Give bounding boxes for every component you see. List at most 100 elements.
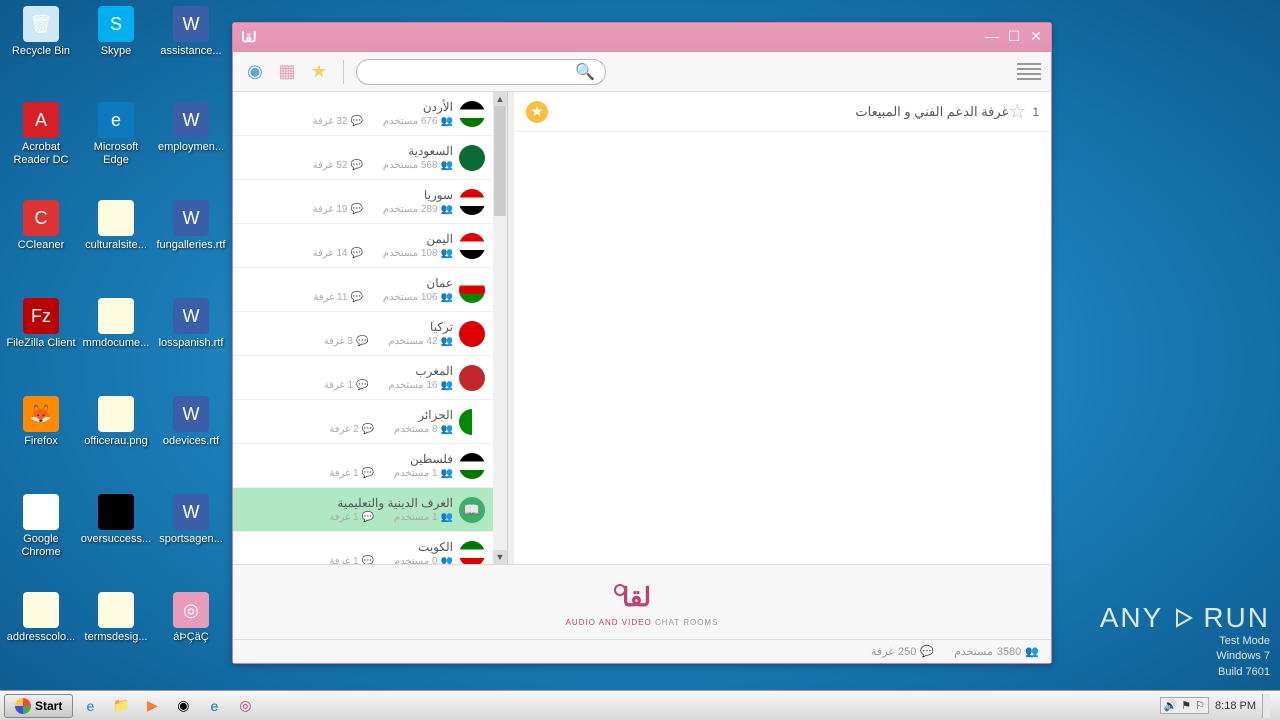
start-button[interactable]: Start — [4, 694, 73, 718]
scroll-up-icon[interactable]: ▲ — [493, 92, 507, 106]
country-item[interactable]: 📖 الغرف الدينية والتعليمية 👥 1 مستخدم 💬 … — [233, 488, 493, 532]
watermark: ANY RUN Test Mode Windows 7 Build 7601 — [1100, 602, 1270, 680]
country-item[interactable]: السعودية 👥 568 مستخدم 💬 52 غرفة — [233, 136, 493, 180]
room-count: 💬 11 غرفة — [313, 292, 363, 303]
desktop-icon[interactable]: eMicrosoft Edge — [80, 102, 152, 167]
menu-button[interactable] — [1017, 62, 1041, 82]
clock[interactable]: 8:18 PM — [1215, 700, 1256, 712]
country-name: فلسطين — [410, 452, 453, 466]
country-name: عمان — [426, 276, 453, 290]
titlebar[interactable]: لقا — ☐ ✕ — [233, 23, 1051, 51]
maximize-button[interactable]: ☐ — [1005, 29, 1023, 45]
user-count: 👥 106 مستخدم — [383, 292, 453, 303]
star-icon[interactable]: ★ — [307, 60, 331, 84]
desktop-icon[interactable]: CCCleaner — [5, 200, 77, 252]
app-logo: لقا — [239, 27, 275, 47]
user-count: 👥 0 مستخدم — [394, 556, 453, 564]
banner: لقا AUDIO AND VIDEO CHAT ROOMS — [233, 564, 1051, 639]
minimize-button[interactable]: — — [983, 29, 1001, 45]
country-item[interactable]: تركيا 👥 42 مستخدم 💬 3 غرفة — [233, 312, 493, 356]
room-count: 💬 1 غرفة — [329, 468, 374, 479]
taskbar-ie-icon[interactable]: e — [76, 694, 104, 718]
flag-icon — [459, 145, 485, 171]
room-count: 💬 1 غرفة — [329, 556, 374, 564]
banner-text: AUDIO AND VIDEO CHAT ROOMS — [566, 618, 719, 627]
desktop-icon[interactable]: FzFileZilla Client — [5, 298, 77, 350]
country-name: المغرب — [415, 364, 453, 378]
desktop-icon[interactable]: culturalsite... — [80, 200, 152, 252]
system-tray: 🔊 ⚑ ⚐ 8:18 PM — [1160, 694, 1276, 718]
desktop-icon[interactable]: SSkype — [80, 6, 152, 58]
desktop-icon[interactable]: Wodevices.rtf — [155, 396, 227, 448]
country-name: الجزائر — [418, 408, 453, 422]
search-icon[interactable]: 🔍 — [575, 62, 595, 82]
user-count: 👥 676 مستخدم — [383, 116, 453, 127]
scroll-down-icon[interactable]: ▼ — [493, 550, 507, 564]
tray-flag-icon[interactable]: ⚑ — [1181, 699, 1191, 712]
room-count: 💬 1 غرفة — [329, 512, 374, 523]
country-list: الأردن 👥 676 مستخدم 💬 32 غرفة السعودية 👥… — [233, 92, 508, 564]
desktop-icon[interactable]: oversuccess... — [80, 494, 152, 546]
country-name: اليمن — [426, 232, 453, 246]
country-item[interactable]: الأردن 👥 676 مستخدم 💬 32 غرفة — [233, 92, 493, 136]
room-item[interactable]: ★ غرفة الدعم الفني و المبيعات ☆ 1 — [514, 92, 1051, 132]
tray-flag2-icon[interactable]: ⚐ — [1195, 699, 1205, 712]
desktop-icon[interactable]: 🗑Recycle Bin — [5, 6, 77, 58]
desktop-icon[interactable]: 🦊Firefox — [5, 396, 77, 448]
favorite-icon[interactable]: ☆ — [1008, 99, 1026, 124]
flag-icon — [459, 541, 485, 565]
desktop-icon[interactable]: AAcrobat Reader DC — [5, 102, 77, 167]
country-item[interactable]: سوريا 👥 289 مستخدم 💬 19 غرفة — [233, 180, 493, 224]
star-badge-icon: ★ — [526, 101, 548, 123]
user-count: 👥 1 مستخدم — [394, 512, 453, 523]
country-item[interactable]: اليمن 👥 108 مستخدم 💬 14 غرفة — [233, 224, 493, 268]
taskbar-explorer-icon[interactable]: 📁 — [107, 694, 135, 718]
room-title: غرفة الدعم الفني و المبيعات — [556, 104, 1008, 120]
user-count: 👥 16 مستخدم — [388, 380, 453, 391]
country-name: سوريا — [424, 188, 453, 202]
desktop-icon[interactable]: Wemploymen... — [155, 102, 227, 154]
country-item[interactable]: فلسطين 👥 1 مستخدم 💬 1 غرفة — [233, 444, 493, 488]
taskbar-edge-icon[interactable]: e — [200, 694, 228, 718]
flag-icon — [459, 189, 485, 215]
scroll-thumb[interactable] — [494, 106, 506, 216]
flag-icon — [459, 453, 485, 479]
desktop-icon[interactable]: mmdocume... — [80, 298, 152, 350]
country-item[interactable]: الجزائر 👥 8 مستخدم 💬 2 غرفة — [233, 400, 493, 444]
desktop-icon[interactable]: Wassistance... — [155, 6, 227, 58]
country-item[interactable]: عمان 👥 106 مستخدم 💬 11 غرفة — [233, 268, 493, 312]
desktop-icon[interactable]: addresscolo... — [5, 592, 77, 644]
flag-icon: 📖 — [459, 497, 485, 523]
country-item[interactable]: الكويت 👥 0 مستخدم 💬 1 غرفة — [233, 532, 493, 564]
room-list: ★ غرفة الدعم الفني و المبيعات ☆ 1 — [508, 92, 1051, 564]
scrollbar[interactable]: ▲ ▼ — [493, 92, 507, 564]
user-count: 👥 1 مستخدم — [394, 468, 453, 479]
close-button[interactable]: ✕ — [1027, 29, 1045, 45]
user-count: 👥 568 مستخدم — [383, 160, 453, 171]
user-count: 👥 108 مستخدم — [383, 248, 453, 259]
desktop-icon[interactable]: termsdesig... — [80, 592, 152, 644]
room-count: 💬 2 غرفة — [329, 424, 374, 435]
grid-icon[interactable]: ▦ — [275, 60, 299, 84]
desktop-icon[interactable]: officerau.png — [80, 396, 152, 448]
search-box[interactable]: 🔍 — [356, 59, 606, 85]
desktop-icon[interactable]: ◎áÞÇäÇ — [155, 592, 227, 644]
tray-sound-icon[interactable]: 🔊 — [1164, 699, 1178, 712]
flag-icon — [459, 233, 485, 259]
search-input[interactable] — [367, 65, 575, 79]
country-name: تركيا — [430, 320, 453, 334]
show-desktop[interactable] — [1262, 694, 1270, 718]
room-count: 1 — [1032, 105, 1039, 119]
toolbar: ◉ ▦ ★ 🔍 — [233, 51, 1051, 91]
taskbar-chrome-icon[interactable]: ◉ — [169, 694, 197, 718]
taskbar-app-icon[interactable]: ◎ — [231, 694, 259, 718]
desktop-icon[interactable]: Wsportsagen... — [155, 494, 227, 546]
user-count: 👥 8 مستخدم — [394, 424, 453, 435]
desktop-icon[interactable]: Wfungalleries.rtf — [155, 200, 227, 252]
location-icon[interactable]: ◉ — [243, 60, 267, 84]
taskbar-player-icon[interactable]: ▶ — [138, 694, 166, 718]
room-count: 💬 14 غرفة — [313, 248, 363, 259]
country-item[interactable]: المغرب 👥 16 مستخدم 💬 1 غرفة — [233, 356, 493, 400]
desktop-icon[interactable]: ◉Google Chrome — [5, 494, 77, 559]
desktop-icon[interactable]: Wlosspanish.rtf — [155, 298, 227, 350]
